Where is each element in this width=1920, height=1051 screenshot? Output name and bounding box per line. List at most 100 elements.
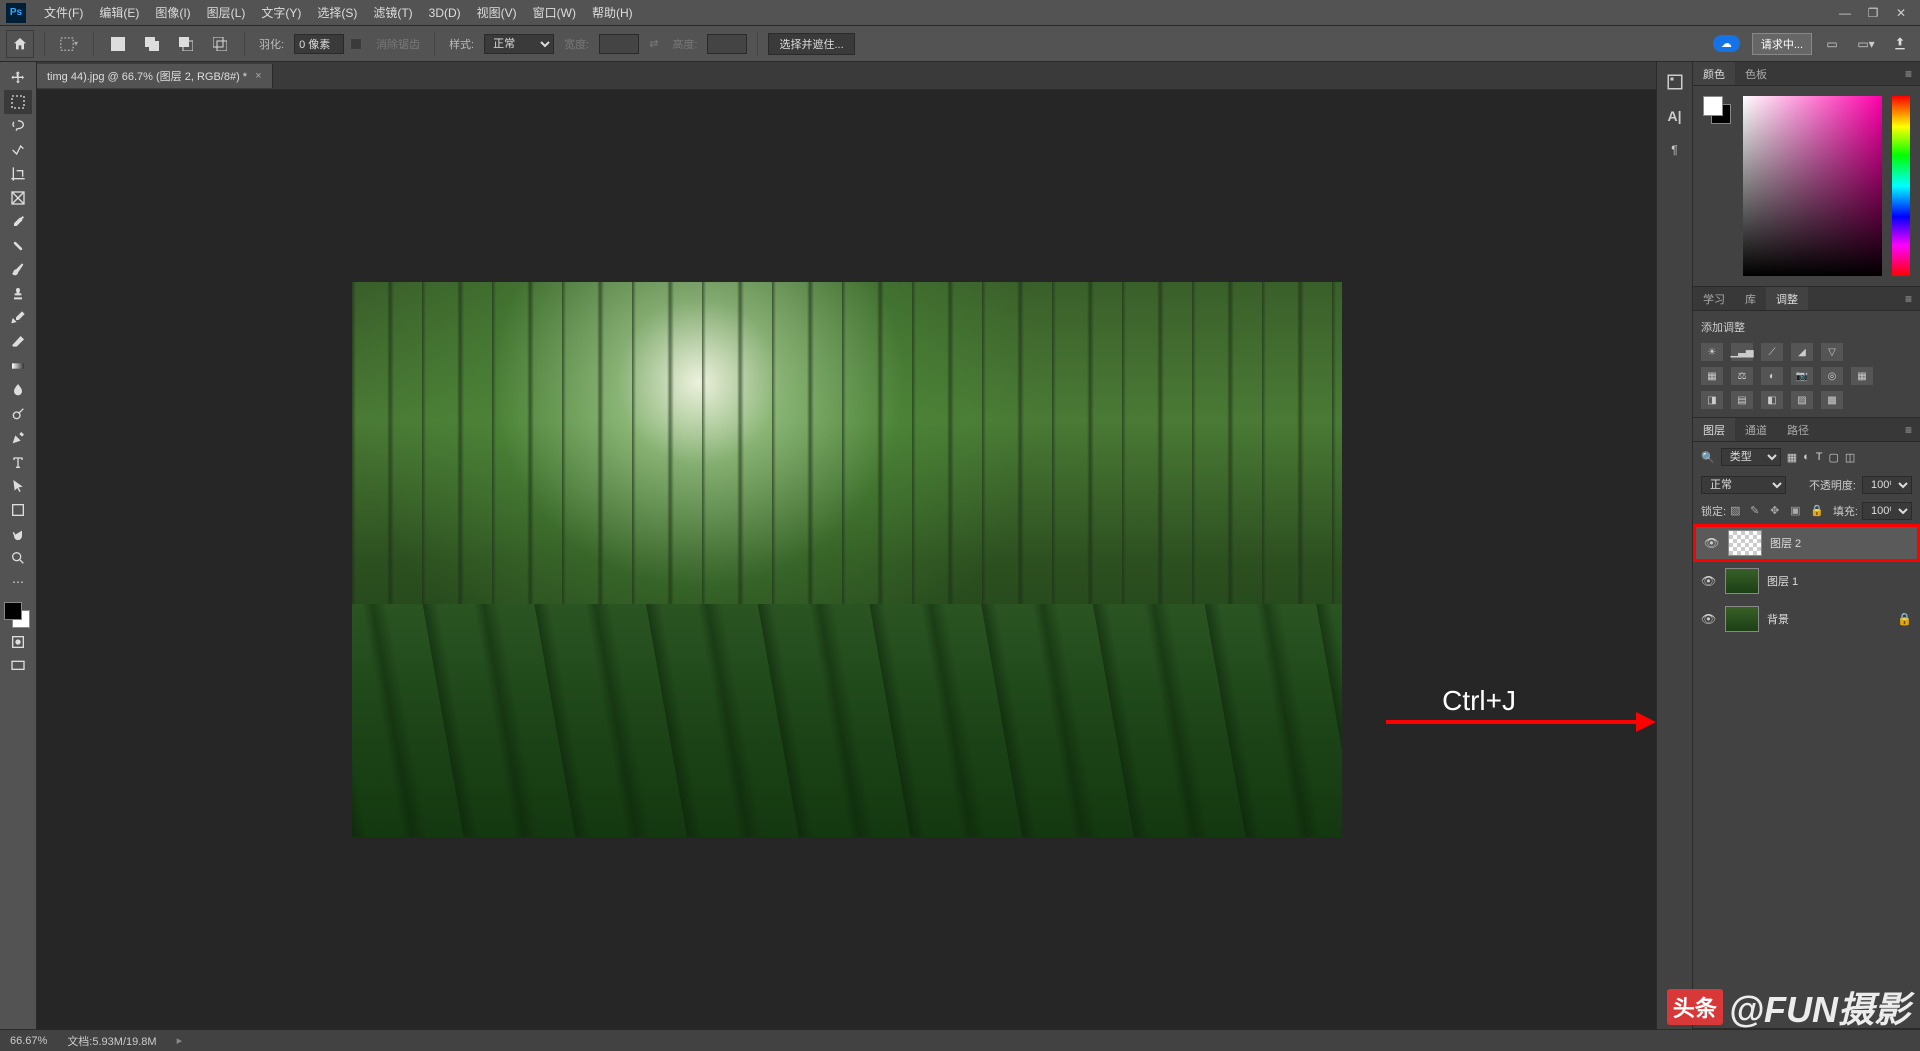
gradient-map-icon[interactable]: ▨ bbox=[1791, 391, 1813, 409]
fill-select[interactable]: 100% bbox=[1862, 502, 1912, 520]
filter-adjust-icon[interactable]: ◐ bbox=[1803, 451, 1810, 463]
color-swatches[interactable] bbox=[4, 602, 32, 630]
lock-icon[interactable]: 🔒 bbox=[1897, 612, 1912, 626]
color-tab[interactable]: 颜色 bbox=[1693, 62, 1735, 85]
lock-position-icon[interactable]: ✥ bbox=[1770, 504, 1786, 518]
feather-input[interactable] bbox=[294, 34, 344, 54]
search-box[interactable]: 请求中... bbox=[1752, 33, 1812, 55]
marquee-tool[interactable] bbox=[4, 90, 32, 114]
style-select[interactable]: 正常 bbox=[484, 34, 554, 54]
layer-name[interactable]: 背景 bbox=[1767, 611, 1789, 627]
healing-tool[interactable] bbox=[4, 234, 32, 258]
menu-filter[interactable]: 滤镜(T) bbox=[365, 4, 420, 21]
panel-menu-icon[interactable]: ≡ bbox=[1897, 67, 1920, 81]
screenmode-tool[interactable] bbox=[4, 654, 32, 678]
paragraph-icon[interactable]: ¶ bbox=[1665, 140, 1685, 160]
menu-view[interactable]: 视图(V) bbox=[469, 4, 525, 21]
antialias-checkbox[interactable] bbox=[350, 38, 362, 50]
swatches-tab[interactable]: 色板 bbox=[1735, 62, 1777, 85]
color-picker[interactable] bbox=[1743, 96, 1882, 276]
menu-help[interactable]: 帮助(H) bbox=[584, 4, 641, 21]
gradient-tool[interactable] bbox=[4, 354, 32, 378]
workspace-icon[interactable]: ▭ bbox=[1818, 30, 1846, 58]
menu-3d[interactable]: 3D(D) bbox=[421, 6, 469, 20]
layer-row[interactable]: 👁 背景 🔒 bbox=[1693, 600, 1920, 638]
layer-row[interactable]: 👁 图层 1 bbox=[1693, 562, 1920, 600]
zoom-tool[interactable] bbox=[4, 546, 32, 570]
eyedropper-tool[interactable] bbox=[4, 210, 32, 234]
menu-layer[interactable]: 图层(L) bbox=[199, 4, 254, 21]
arrange-icon[interactable]: ▭▾ bbox=[1852, 30, 1880, 58]
filter-smart-icon[interactable]: ◫ bbox=[1845, 451, 1855, 464]
visibility-icon[interactable]: 👁 bbox=[1701, 612, 1717, 626]
filter-type-select[interactable]: 类型 bbox=[1721, 448, 1781, 466]
library-tab[interactable]: 库 bbox=[1735, 287, 1766, 310]
invert-icon[interactable]: ◨ bbox=[1701, 391, 1723, 409]
threshold-icon[interactable]: ◧ bbox=[1761, 391, 1783, 409]
brush-tool[interactable] bbox=[4, 258, 32, 282]
lasso-tool[interactable] bbox=[4, 114, 32, 138]
quick-select-tool[interactable] bbox=[4, 138, 32, 162]
menu-file[interactable]: 文件(F) bbox=[36, 4, 91, 21]
close-icon[interactable]: ✕ bbox=[1894, 6, 1908, 20]
share-icon[interactable] bbox=[1886, 30, 1914, 58]
shape-tool[interactable] bbox=[4, 498, 32, 522]
blur-tool[interactable] bbox=[4, 378, 32, 402]
history-brush-tool[interactable] bbox=[4, 306, 32, 330]
zoom-level[interactable]: 66.67% bbox=[10, 1035, 47, 1047]
visibility-icon[interactable]: 👁 bbox=[1704, 536, 1720, 550]
layer-thumbnail[interactable] bbox=[1725, 568, 1759, 594]
balance-icon[interactable]: ⚖ bbox=[1731, 367, 1753, 385]
lookup-icon[interactable]: ▦ bbox=[1851, 367, 1873, 385]
channels-tab[interactable]: 通道 bbox=[1735, 418, 1777, 441]
pen-tool[interactable] bbox=[4, 426, 32, 450]
adjust-tab[interactable]: 调整 bbox=[1766, 287, 1808, 310]
layer-thumbnail[interactable] bbox=[1725, 606, 1759, 632]
layers-tab[interactable]: 图层 bbox=[1693, 418, 1735, 441]
quickmask-tool[interactable] bbox=[4, 630, 32, 654]
marquee-preset-icon[interactable]: ▾ bbox=[55, 30, 83, 58]
canvas[interactable]: Ctrl+J bbox=[37, 90, 1656, 1029]
vibrance-icon[interactable]: ▽ bbox=[1821, 343, 1843, 361]
paths-tab[interactable]: 路径 bbox=[1777, 418, 1819, 441]
crop-tool[interactable] bbox=[4, 162, 32, 186]
hue-icon[interactable]: ▦ bbox=[1701, 367, 1723, 385]
bw-icon[interactable]: ◐ bbox=[1761, 367, 1783, 385]
edit-toolbar[interactable]: ⋯ bbox=[4, 570, 32, 594]
type-tool[interactable] bbox=[4, 450, 32, 474]
character-icon[interactable]: A| bbox=[1665, 106, 1685, 126]
menu-image[interactable]: 图像(I) bbox=[147, 4, 198, 21]
minimize-icon[interactable]: — bbox=[1838, 6, 1852, 20]
panel-menu-icon[interactable]: ≡ bbox=[1897, 292, 1920, 306]
selection-intersect-icon[interactable] bbox=[206, 30, 234, 58]
menu-edit[interactable]: 编辑(E) bbox=[91, 4, 147, 21]
layer-name[interactable]: 图层 1 bbox=[1767, 573, 1798, 589]
mixer-icon[interactable]: ◎ bbox=[1821, 367, 1843, 385]
layer-name[interactable]: 图层 2 bbox=[1770, 535, 1801, 551]
lock-artboard-icon[interactable]: ▣ bbox=[1790, 504, 1806, 518]
fg-color-swatch[interactable] bbox=[4, 602, 22, 620]
eraser-tool[interactable] bbox=[4, 330, 32, 354]
posterize-icon[interactable]: ▤ bbox=[1731, 391, 1753, 409]
menu-type[interactable]: 文字(Y) bbox=[253, 4, 309, 21]
maximize-icon[interactable]: ❐ bbox=[1866, 6, 1880, 20]
opacity-select[interactable]: 100% bbox=[1862, 476, 1912, 494]
filter-type-icon[interactable]: T bbox=[1816, 451, 1823, 463]
menu-window[interactable]: 窗口(W) bbox=[525, 4, 584, 21]
curves-icon[interactable]: ⟋ bbox=[1761, 343, 1783, 361]
panel-menu-icon[interactable]: ≡ bbox=[1897, 423, 1920, 437]
close-tab-icon[interactable]: × bbox=[255, 70, 261, 82]
filter-shape-icon[interactable]: ▢ bbox=[1829, 451, 1839, 464]
properties-icon[interactable] bbox=[1665, 72, 1685, 92]
blend-mode-select[interactable]: 正常 bbox=[1701, 476, 1786, 494]
frame-tool[interactable] bbox=[4, 186, 32, 210]
hand-tool[interactable] bbox=[4, 522, 32, 546]
home-button[interactable] bbox=[6, 30, 34, 58]
exposure-icon[interactable]: ◢ bbox=[1791, 343, 1813, 361]
lock-transparency-icon[interactable]: ▧ bbox=[1730, 504, 1746, 518]
learn-tab[interactable]: 学习 bbox=[1693, 287, 1735, 310]
dodge-tool[interactable] bbox=[4, 402, 32, 426]
color-mini-swatches[interactable] bbox=[1703, 96, 1733, 126]
selection-new-icon[interactable] bbox=[104, 30, 132, 58]
lock-pixels-icon[interactable]: ✎ bbox=[1750, 504, 1766, 518]
